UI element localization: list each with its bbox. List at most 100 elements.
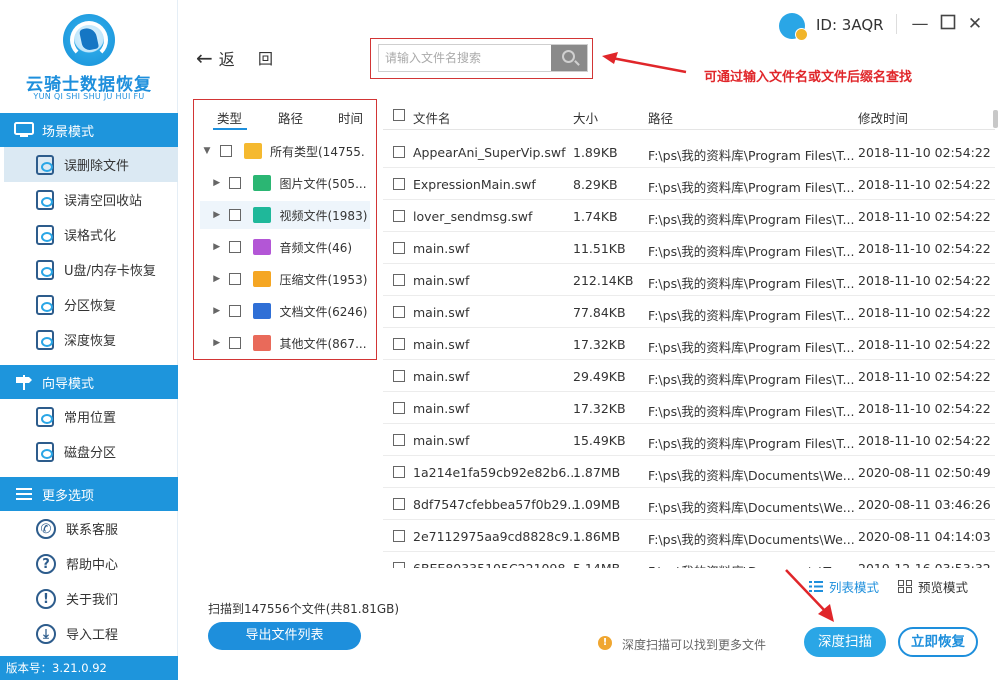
category-checkbox[interactable] <box>229 209 242 221</box>
row-checkbox[interactable] <box>393 178 405 190</box>
info-icon: ! <box>36 588 56 609</box>
table-row[interactable]: 1a214e1fa59cb92e82b6... 1.87MB F:\ps\我的资料库… <box>383 456 995 488</box>
annotation-arrow-icon <box>602 52 687 74</box>
table-row[interactable]: main.swf 17.32KB F:\ps\我的资料库\Program Files… <box>383 392 995 424</box>
file-name-cell: 2e7112975aa9cd8828c9... <box>413 529 581 544</box>
section-title: 向导模式 <box>42 376 95 392</box>
sidebar-item-recycle-bin[interactable]: 误清空回收站 <box>4 182 178 217</box>
table-row[interactable]: main.swf 29.49KB F:\ps\我的资料库\Program Files… <box>383 360 995 392</box>
category-label: 音频文件(46) <box>279 240 353 255</box>
table-row[interactable]: AppearAni_SuperVip.swf 1.89KB F:\ps\我的资料库\… <box>383 136 995 168</box>
section-more-options[interactable]: 更多选项 <box>0 477 178 511</box>
row-checkbox[interactable] <box>393 434 405 446</box>
row-checkbox[interactable] <box>393 242 405 254</box>
sidebar-item-format[interactable]: 误格式化 <box>4 217 178 252</box>
column-header-name[interactable]: 文件名 <box>413 108 451 127</box>
category-row[interactable]: ▶ 压缩文件(1953) <box>200 265 370 293</box>
search-button[interactable] <box>551 45 587 71</box>
row-checkbox[interactable] <box>393 338 405 350</box>
category-row[interactable]: ▶ 文档文件(6246) <box>200 297 370 325</box>
table-row[interactable]: lover_sendmsg.swf 1.74KB F:\ps\我的资料库\Progr… <box>383 200 995 232</box>
chevron-down-icon[interactable]: ▼ <box>200 146 214 156</box>
user-avatar[interactable] <box>779 13 808 41</box>
chevron-right-icon[interactable]: ▶ <box>210 178 223 188</box>
category-checkbox[interactable] <box>229 337 242 349</box>
category-checkbox[interactable] <box>229 305 242 317</box>
sidebar-item-disk-partition[interactable]: 磁盘分区 <box>4 434 178 469</box>
table-row[interactable]: main.swf 77.84KB F:\ps\我的资料库\Program Files… <box>383 296 995 328</box>
back-label-2[interactable]: 回 <box>258 48 273 69</box>
partition-icon <box>36 294 54 315</box>
export-file-list-button[interactable]: 导出文件列表 <box>208 622 361 650</box>
row-checkbox[interactable] <box>393 210 405 222</box>
tab-path[interactable]: 路径 <box>278 108 303 127</box>
grid-view-icon <box>898 580 912 593</box>
row-checkbox[interactable] <box>393 402 405 414</box>
sidebar-item-usb-recovery[interactable]: U盘/内存卡恢复 <box>4 252 178 287</box>
sidebar-item-contact-support[interactable]: ✆ 联系客服 <box>4 511 178 546</box>
category-row[interactable]: ▶ 音频文件(46) <box>200 233 370 261</box>
recover-now-button[interactable]: 立即恢复 <box>898 627 978 657</box>
category-row[interactable]: ▶ 视频文件(1983) <box>200 201 370 229</box>
table-row[interactable]: main.swf 212.14KB F:\ps\我的资料库\Program File… <box>383 264 995 296</box>
table-row[interactable]: main.swf 17.32KB F:\ps\我的资料库\Program Files… <box>383 328 995 360</box>
preview-mode-toggle[interactable]: 预览模式 <box>898 577 968 596</box>
minimize-button[interactable]: — <box>910 14 930 34</box>
category-checkbox[interactable] <box>229 273 242 285</box>
section-wizard-mode[interactable]: 向导模式 <box>0 365 178 399</box>
back-button[interactable]: ← 返 <box>196 46 235 70</box>
search-input[interactable] <box>379 45 551 71</box>
category-checkbox[interactable] <box>220 145 232 157</box>
chevron-right-icon[interactable]: ▶ <box>210 274 223 284</box>
sidebar-item-common-locations[interactable]: 常用位置 <box>4 399 178 434</box>
table-row[interactable]: main.swf 11.51KB F:\ps\我的资料库\Program Files… <box>383 232 995 264</box>
chevron-right-icon[interactable]: ▶ <box>210 210 223 220</box>
chevron-right-icon[interactable]: ▶ <box>210 338 223 348</box>
category-label: 视频文件(1983) <box>279 208 368 223</box>
table-row[interactable]: 2e7112975aa9cd8828c9... 1.86MB F:\ps\我的资料库… <box>383 520 995 552</box>
deep-scan-button[interactable]: 深度扫描 <box>804 627 886 657</box>
row-checkbox[interactable] <box>393 274 405 286</box>
row-checkbox[interactable] <box>393 146 405 158</box>
category-row[interactable]: ▼ 所有类型(14755... <box>200 137 370 165</box>
sidebar-item-deleted-files[interactable]: 误删除文件 <box>4 147 178 182</box>
maximize-button[interactable] <box>938 14 958 34</box>
row-checkbox[interactable] <box>393 306 405 318</box>
category-checkbox[interactable] <box>229 177 242 189</box>
column-header-mtime[interactable]: 修改时间 <box>858 108 908 127</box>
file-size-cell: 15.49KB <box>573 433 626 448</box>
sidebar-item-import-project[interactable]: ⤓ 导入工程 <box>4 616 178 651</box>
chevron-right-icon[interactable]: ▶ <box>210 306 223 316</box>
sidebar-item-deep-recovery[interactable]: 深度恢复 <box>4 322 178 357</box>
title-divider <box>896 14 897 34</box>
category-row[interactable]: ▶ 图片文件(505... <box>200 169 370 197</box>
search-box <box>378 44 588 72</box>
table-row[interactable]: ExpressionMain.swf 8.29KB F:\ps\我的资料库\Prog… <box>383 168 995 200</box>
sidebar-item-help-center[interactable]: ? 帮助中心 <box>4 546 178 581</box>
chevron-right-icon[interactable]: ▶ <box>210 242 223 252</box>
file-name-cell: main.swf <box>413 241 470 256</box>
row-checkbox[interactable] <box>393 498 405 510</box>
help-icon: ? <box>36 553 56 574</box>
scrollbar-thumb[interactable] <box>993 110 998 128</box>
sidebar-item-about-us[interactable]: ! 关于我们 <box>4 581 178 616</box>
maximize-icon <box>940 14 956 30</box>
row-checkbox[interactable] <box>393 466 405 478</box>
table-row[interactable]: 8df7547cfebbea57f0b29... 1.09MB F:\ps\我的资料… <box>383 488 995 520</box>
column-header-path[interactable]: 路径 <box>648 108 673 127</box>
row-checkbox[interactable] <box>393 530 405 542</box>
sidebar: 云骑士数据恢复 YUN QI SHI SHU JU HUI FU 场景模式 误删… <box>0 0 178 680</box>
section-scene-mode[interactable]: 场景模式 <box>0 113 178 147</box>
tab-time[interactable]: 时间 <box>338 108 363 127</box>
sidebar-item-partition-recovery[interactable]: 分区恢复 <box>4 287 178 322</box>
column-header-size[interactable]: 大小 <box>573 108 598 127</box>
file-type-icon <box>253 239 272 255</box>
category-checkbox[interactable] <box>229 241 242 253</box>
sidebar-item-label: U盘/内存卡恢复 <box>64 264 156 279</box>
category-row[interactable]: ▶ 其他文件(867... <box>200 329 370 357</box>
close-button[interactable]: ✕ <box>965 14 985 34</box>
table-row[interactable]: main.swf 15.49KB F:\ps\我的资料库\Program Files… <box>383 424 995 456</box>
tab-type[interactable]: 类型 <box>217 108 242 127</box>
row-checkbox[interactable] <box>393 370 405 382</box>
select-all-checkbox[interactable] <box>393 109 405 121</box>
